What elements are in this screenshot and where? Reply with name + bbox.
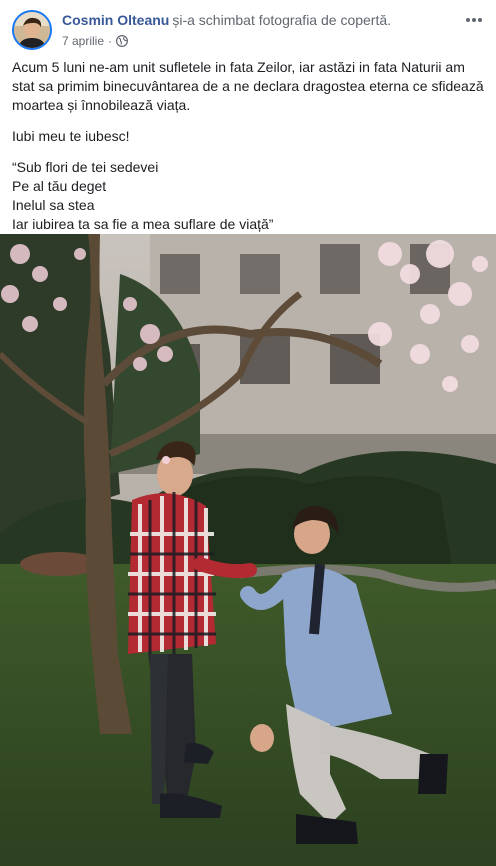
meta-separator: · (108, 34, 113, 48)
post-text: Acum 5 luni ne-am unit sufletele in fata… (12, 58, 488, 234)
post-meta: 7 aprilie · (62, 33, 129, 49)
author-name-link[interactable]: Cosmin Olteanu (62, 12, 169, 28)
feed-post: Cosmin Olteanu și-a schimbat fotografia d… (0, 0, 496, 866)
post-action-text: și-a schimbat fotografia de copertă. (172, 12, 392, 28)
post-paragraph: Acum 5 luni ne-am unit sufletele in fata… (12, 59, 484, 113)
globe-icon[interactable] (116, 34, 129, 48)
post-date-link[interactable]: 7 aprilie (62, 33, 104, 49)
avatar[interactable] (12, 10, 52, 50)
verse-line: Inelul sa stea (12, 197, 95, 213)
more-options-icon[interactable] (464, 10, 484, 30)
cover-photo[interactable] (0, 234, 496, 866)
verse-line: Iar iubirea ta sa fie a mea suflare de v… (12, 216, 274, 232)
author-line: Cosmin Olteanu și-a schimbat fotografia d… (62, 11, 391, 29)
verse-line: “Sub flori de tei sedevei (12, 159, 159, 175)
verse-line: Pe al tău deget (12, 178, 107, 194)
post-header: Cosmin Olteanu și-a schimbat fotografia d… (0, 0, 496, 56)
post-paragraph: Iubi meu te iubesc! (12, 128, 130, 144)
